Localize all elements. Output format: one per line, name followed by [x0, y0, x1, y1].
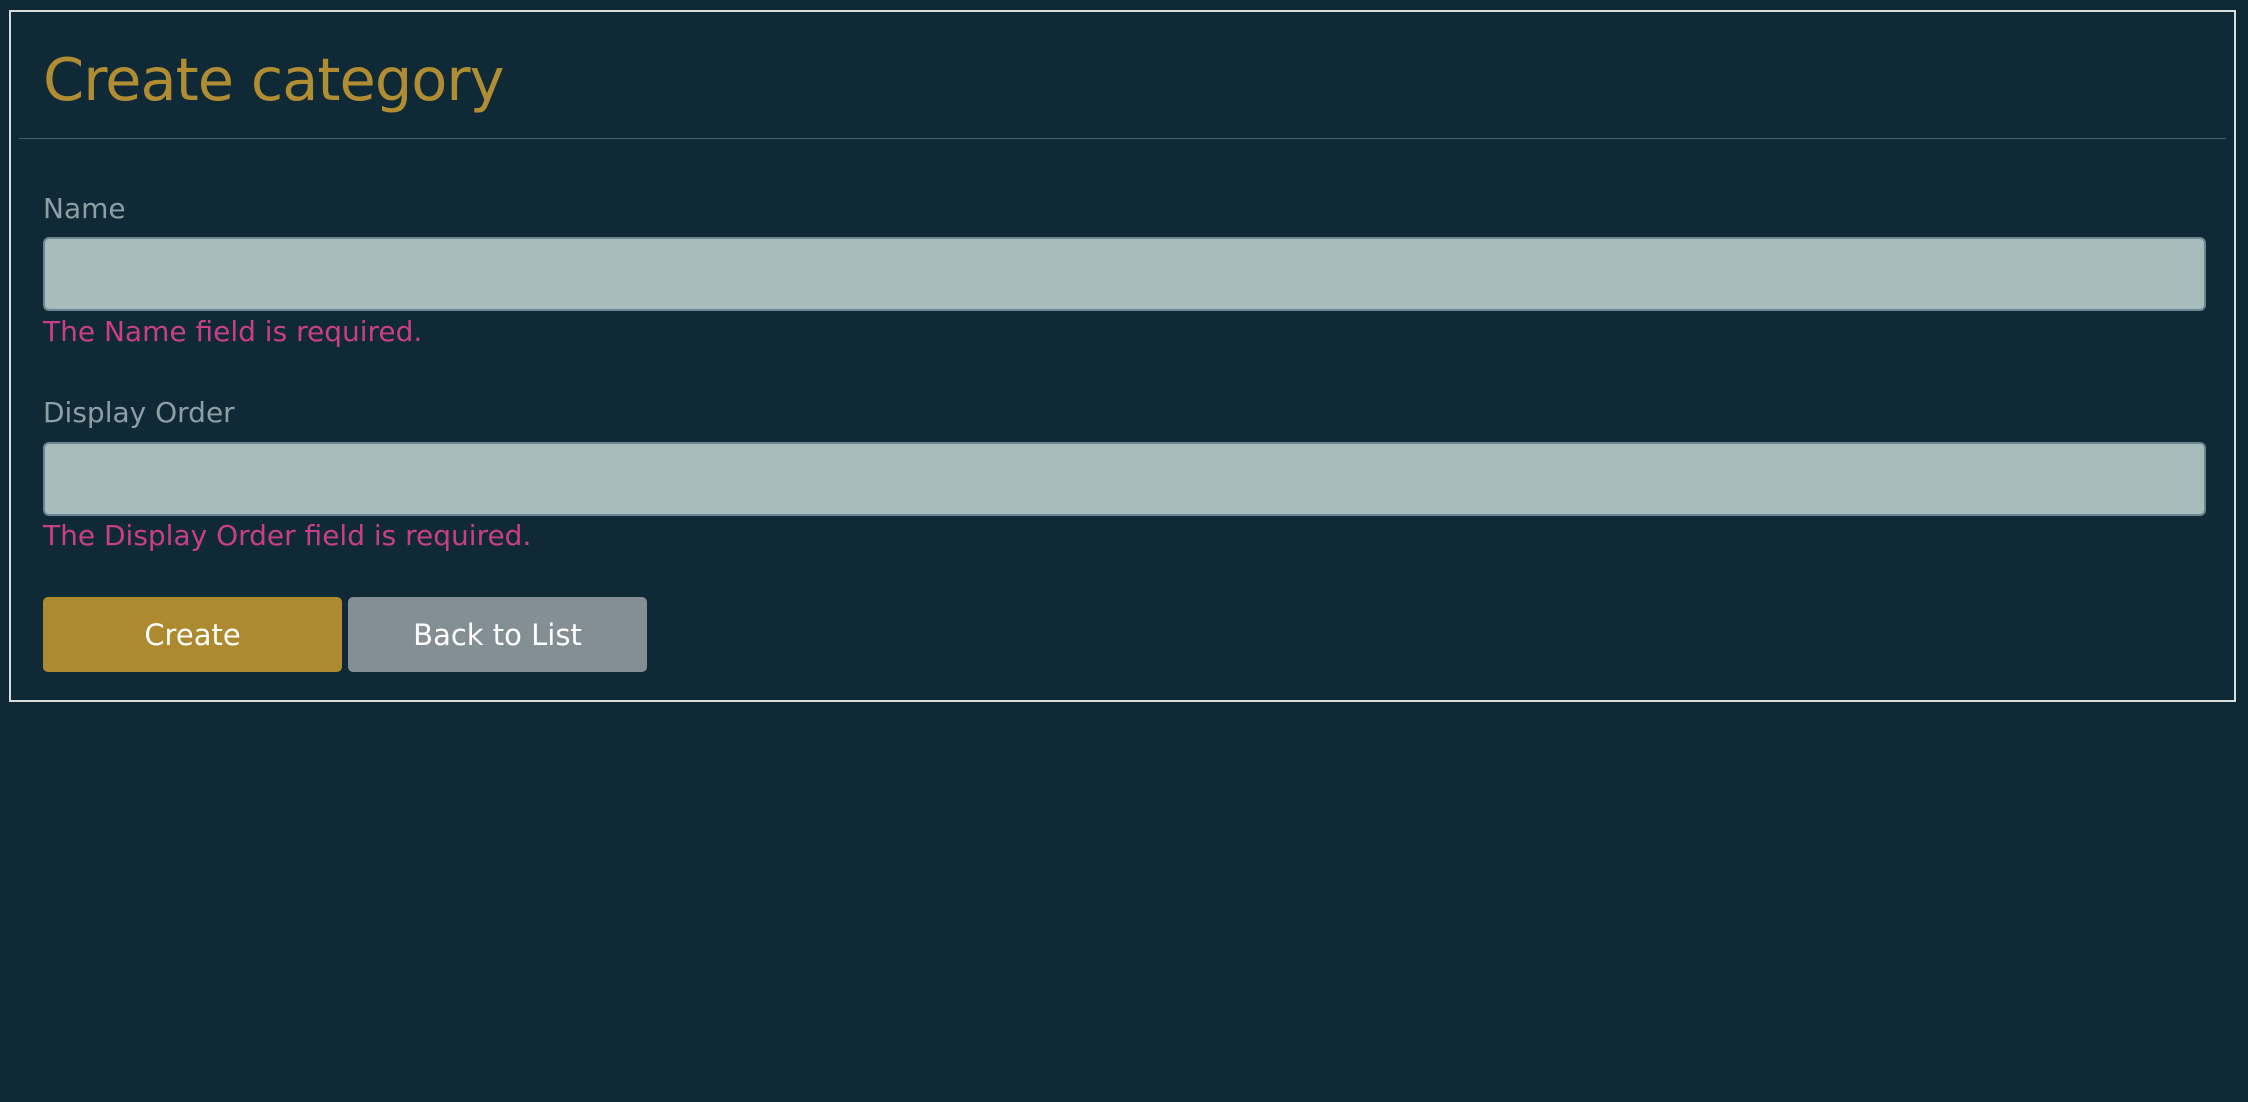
name-label: Name [43, 192, 126, 225]
display-order-input[interactable] [43, 442, 2206, 516]
back-to-list-button[interactable]: Back to List [348, 597, 647, 672]
display-order-label: Display Order [43, 396, 235, 429]
create-button[interactable]: Create [43, 597, 342, 672]
create-category-card: Create category Name The Name field is r… [9, 10, 2236, 702]
name-input[interactable] [43, 237, 2206, 311]
page-title: Create category [43, 45, 505, 114]
display-order-validation-message: The Display Order field is required. [43, 519, 532, 552]
title-divider [19, 138, 2226, 139]
name-validation-message: The Name field is required. [43, 315, 423, 348]
